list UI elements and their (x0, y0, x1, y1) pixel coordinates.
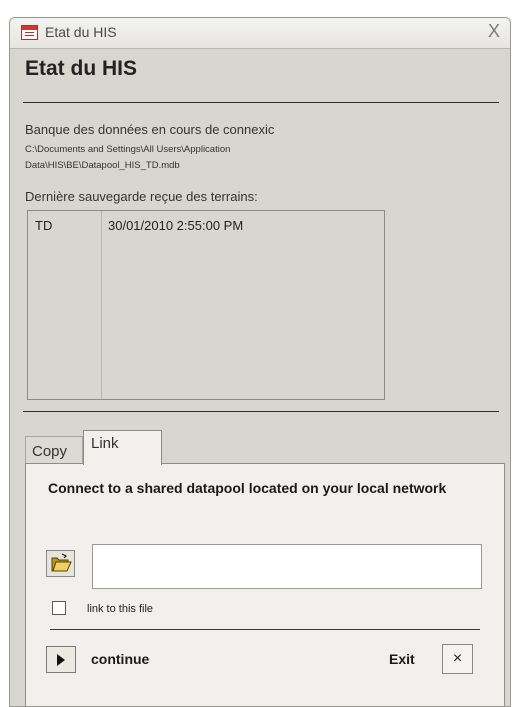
database-label: Banque des données en cours de connexic (25, 122, 275, 137)
backup-site: TD (35, 218, 53, 233)
form-icon (21, 25, 38, 40)
tab-link[interactable]: Link (83, 430, 162, 465)
continue-label[interactable]: continue (91, 651, 149, 667)
window-title: Etat du HIS (45, 24, 117, 40)
last-backup-label: Dernière sauvegarde reçue des terrains: (25, 189, 258, 204)
browse-button[interactable] (46, 550, 75, 577)
backup-list[interactable]: TD 30/01/2010 2:55:00 PM (27, 210, 385, 400)
exit-button[interactable]: × (442, 644, 473, 674)
link-to-file-checkbox[interactable] (52, 601, 66, 615)
window: Etat du HIS X Etat du HIS Banque des don… (9, 17, 511, 707)
form-heading: Etat du HIS (25, 57, 138, 80)
backup-datetime: 30/01/2010 2:55:00 PM (108, 218, 244, 233)
link-to-file-label: link to this file (87, 603, 154, 615)
file-path-input[interactable] (92, 544, 482, 589)
column-divider (101, 211, 102, 399)
title-bar: Etat du HIS X (10, 18, 510, 49)
open-folder-icon (51, 553, 72, 572)
exit-label: Exit (389, 651, 415, 667)
database-path: C:\Documents and Settings\All Users\Appl… (25, 144, 231, 171)
continue-button[interactable] (46, 646, 76, 673)
tab-copy[interactable]: Copy (25, 436, 83, 463)
close-icon[interactable]: X (488, 21, 500, 42)
connect-instruction: Connect to a shared datapool located on … (48, 480, 447, 496)
header-divider (23, 102, 499, 103)
panel-divider (50, 629, 480, 630)
section-divider (23, 411, 499, 412)
play-icon (57, 654, 65, 666)
link-panel: Connect to a shared datapool located on … (25, 463, 505, 706)
